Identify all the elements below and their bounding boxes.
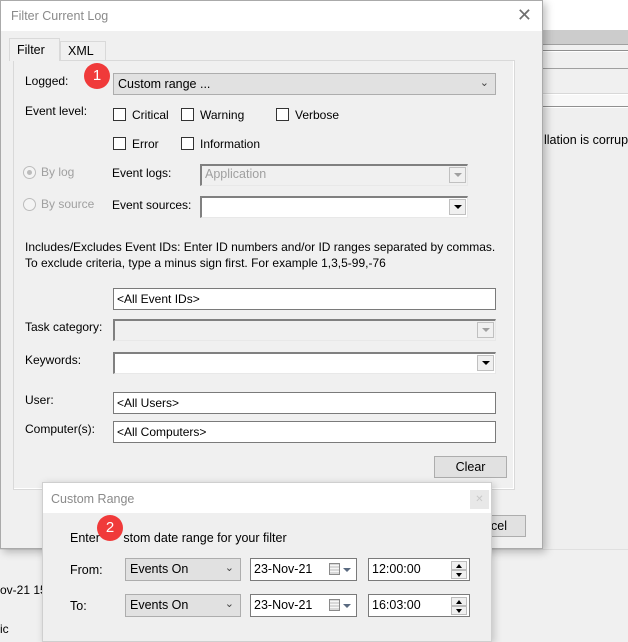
by-source-label: By source <box>41 197 95 211</box>
dialog-titlebar: Filter Current Log ✕ <box>1 1 542 31</box>
time-spinner[interactable] <box>451 597 467 615</box>
instruction-right-text: stom date range for your filter <box>123 531 287 545</box>
dropdown-arrow-icon <box>477 322 494 338</box>
information-label: Information <box>200 137 261 151</box>
spin-down-icon[interactable] <box>451 606 467 615</box>
critical-checkbox[interactable] <box>113 108 126 121</box>
to-time-picker[interactable]: 16:03:00 <box>368 594 470 617</box>
close-icon[interactable]: ✕ <box>470 490 489 509</box>
logged-label: Logged: <box>25 74 69 88</box>
bg-event-text: llation is corrupt <box>544 133 628 147</box>
spin-up-icon[interactable] <box>451 597 467 606</box>
bg-date-text: ov-21 15 <box>0 583 47 597</box>
user-input[interactable]: <All Users> <box>113 392 496 414</box>
bg-row <box>543 45 628 51</box>
calendar-icon <box>329 599 340 611</box>
error-label: Error <box>132 137 159 151</box>
error-checkbox[interactable] <box>113 137 126 150</box>
filter-panel: Logged: Custom range ... ⌄ Event level: … <box>13 60 515 490</box>
from-label: From: <box>70 563 103 577</box>
event-logs-value: Application <box>205 167 267 181</box>
chevron-down-icon: ⌄ <box>479 77 489 89</box>
task-category-label: Task category: <box>25 320 103 334</box>
close-icon[interactable]: ✕ <box>517 6 532 24</box>
dropdown-arrow-icon <box>449 167 466 183</box>
by-log-label: By log <box>41 165 75 179</box>
from-mode-value: Events On <box>130 562 189 576</box>
dropdown-arrow-icon <box>449 199 466 215</box>
event-logs-select[interactable]: Application <box>200 164 468 186</box>
bg-header-bar <box>543 30 628 44</box>
event-ids-input[interactable]: <All Event IDs> <box>113 288 496 310</box>
bg-partial-text: ic <box>0 622 9 636</box>
by-source-radio[interactable] <box>23 198 36 211</box>
custom-range-dialog: Custom Range ✕ Enter stom date range for… <box>42 482 492 642</box>
chevron-down-icon: ⌄ <box>224 598 234 610</box>
event-sources-select[interactable] <box>200 196 468 218</box>
information-checkbox[interactable] <box>181 137 194 150</box>
event-logs-label: Event logs: <box>112 166 172 180</box>
bg-row <box>543 95 628 107</box>
event-sources-label: Event sources: <box>112 198 192 212</box>
warning-checkbox[interactable] <box>181 108 194 121</box>
warning-label: Warning <box>200 108 245 122</box>
bg-row <box>543 69 628 94</box>
clear-button[interactable]: Clear <box>434 456 507 478</box>
task-category-select[interactable] <box>113 319 496 341</box>
to-date-picker[interactable]: 23-Nov-21 <box>250 594 357 617</box>
event-level-label: Event level: <box>25 104 88 118</box>
logged-value: Custom range ... <box>118 77 211 91</box>
logged-select[interactable]: Custom range ... ⌄ <box>113 73 496 95</box>
event-ids-description: Includes/Excludes Event IDs: Enter ID nu… <box>25 240 496 270</box>
computers-input[interactable]: <All Computers> <box>113 421 496 443</box>
filter-current-log-dialog: Filter Current Log ✕ Filter XML Logged: … <box>0 0 543 549</box>
from-mode-select[interactable]: Events On ⌄ <box>125 558 241 581</box>
annotation-badge-1: 1 <box>84 63 110 89</box>
annotation-badge-2: 2 <box>97 515 123 541</box>
from-time-picker[interactable]: 12:00:00 <box>368 558 470 581</box>
time-spinner[interactable] <box>451 561 467 579</box>
keywords-select[interactable] <box>113 352 496 374</box>
dropdown-arrow-icon <box>343 604 351 608</box>
tab-filter[interactable]: Filter <box>9 38 60 61</box>
spin-down-icon[interactable] <box>451 570 467 579</box>
dropdown-arrow-icon <box>477 355 494 371</box>
to-label: To: <box>70 599 87 613</box>
dialog-title: Filter Current Log <box>11 9 109 23</box>
to-time-value: 16:03:00 <box>372 598 421 612</box>
custom-range-title: Custom Range <box>51 492 135 506</box>
dropdown-arrow-icon <box>343 568 351 572</box>
keywords-label: Keywords: <box>25 353 82 367</box>
bg-details-pane <box>543 108 628 560</box>
to-date-value: 23-Nov-21 <box>254 598 313 612</box>
by-log-radio[interactable] <box>23 166 36 179</box>
chevron-down-icon: ⌄ <box>224 562 234 574</box>
custom-range-titlebar: Custom Range ✕ <box>43 483 491 513</box>
to-mode-select[interactable]: Events On ⌄ <box>125 594 241 617</box>
tab-xml[interactable]: XML <box>60 41 106 61</box>
verbose-label: Verbose <box>295 108 340 122</box>
from-date-value: 23-Nov-21 <box>254 562 313 576</box>
user-label: User: <box>25 393 54 407</box>
spin-up-icon[interactable] <box>451 561 467 570</box>
verbose-checkbox[interactable] <box>276 108 289 121</box>
from-date-picker[interactable]: 23-Nov-21 <box>250 558 357 581</box>
calendar-icon <box>329 563 340 575</box>
to-mode-value: Events On <box>130 598 189 612</box>
critical-label: Critical <box>132 108 169 122</box>
from-time-value: 12:00:00 <box>372 562 421 576</box>
computers-label: Computer(s): <box>25 422 96 436</box>
